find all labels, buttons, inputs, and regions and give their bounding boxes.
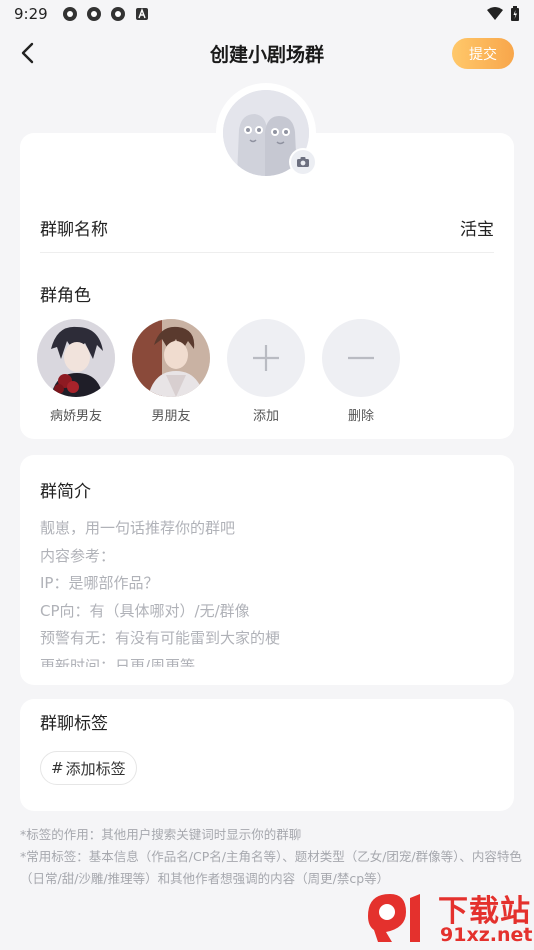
app-notification-icon [86, 7, 101, 21]
roles-label: 群角色 [40, 286, 91, 306]
add-role-button[interactable]: 添加 [227, 319, 305, 424]
status-time: 9:29 [14, 5, 48, 23]
intro-textarea[interactable]: 靓崽，用一句话推荐你的群吧 内容参考： IP：是哪部作品？ CP向：有（具体哪对… [40, 515, 494, 667]
roles-list: 病娇男友 男朋友 添加 删除 [37, 319, 400, 424]
tag-notes: *标签的作用：其他用户搜索关键词时显示你的群聊 *常用标签：基本信息（作品名/C… [20, 824, 530, 890]
add-tag-button[interactable]: # 添加标签 [40, 751, 137, 785]
tags-label: 群聊标签 [40, 714, 108, 734]
intro-placeholder-line: CP向：有（具体哪对）/无/群像 [40, 601, 250, 620]
hash-icon: # [51, 759, 64, 777]
role-name: 男朋友 [151, 409, 191, 424]
role-item[interactable]: 男朋友 [132, 319, 210, 424]
camera-button[interactable] [289, 148, 317, 176]
role-avatar [132, 319, 210, 397]
font-app-icon [135, 8, 148, 20]
intro-placeholder-line: 内容参考： [40, 546, 116, 565]
add-tag-label: 添加标签 [65, 759, 126, 778]
intro-placeholder-line: 更新时间：日更/周更等 [40, 656, 196, 668]
note-line: *常用标签：基本信息（作品名/CP名/主角名等）、题材类型（乙女/团宠/群像等）… [20, 849, 522, 886]
nav-bar: 创建小剧场群 提交 [0, 28, 534, 80]
role-name: 病娇男友 [49, 409, 102, 424]
group-name-row[interactable]: 群聊名称 活宝 [40, 203, 494, 253]
role-avatar [37, 319, 115, 397]
minus-icon [348, 356, 374, 360]
status-bar: 9:29 [0, 0, 534, 28]
delete-role-label: 删除 [347, 409, 374, 424]
watermark-logo-icon [368, 894, 420, 942]
character-portrait-icon [132, 319, 210, 397]
character-portrait-icon [37, 319, 115, 397]
intro-label: 群简介 [40, 482, 91, 502]
app-notification-icon [110, 7, 125, 21]
intro-placeholder-line: 靓崽，用一句话推荐你的群吧 [40, 519, 236, 537]
group-tags-card: 群聊标签 # 添加标签 [20, 699, 514, 811]
note-line: *标签的作用：其他用户搜索关键词时显示你的群聊 [20, 827, 302, 842]
group-intro-card: 群简介 靓崽，用一句话推荐你的群吧 内容参考： IP：是哪部作品？ CP向：有（… [20, 455, 514, 685]
intro-placeholder-line: 预警有无：有没有可能雷到大家的梗 [40, 629, 281, 647]
group-name-value[interactable]: 活宝 [460, 215, 494, 240]
submit-button[interactable]: 提交 [452, 38, 514, 69]
group-name-label: 群聊名称 [40, 220, 108, 240]
role-item[interactable]: 病娇男友 [37, 319, 115, 424]
battery-icon [511, 6, 519, 21]
intro-placeholder-line: IP：是哪部作品？ [40, 574, 159, 592]
camera-icon [297, 157, 309, 167]
add-role-label: 添加 [252, 409, 279, 424]
app-notification-icon [62, 7, 77, 21]
watermark-url: 91xz.net [440, 924, 533, 946]
wifi-icon [487, 7, 503, 20]
plus-icon [253, 345, 279, 371]
watermark: 下载站 91xz.net [362, 886, 532, 948]
delete-role-button[interactable]: 删除 [322, 319, 400, 424]
